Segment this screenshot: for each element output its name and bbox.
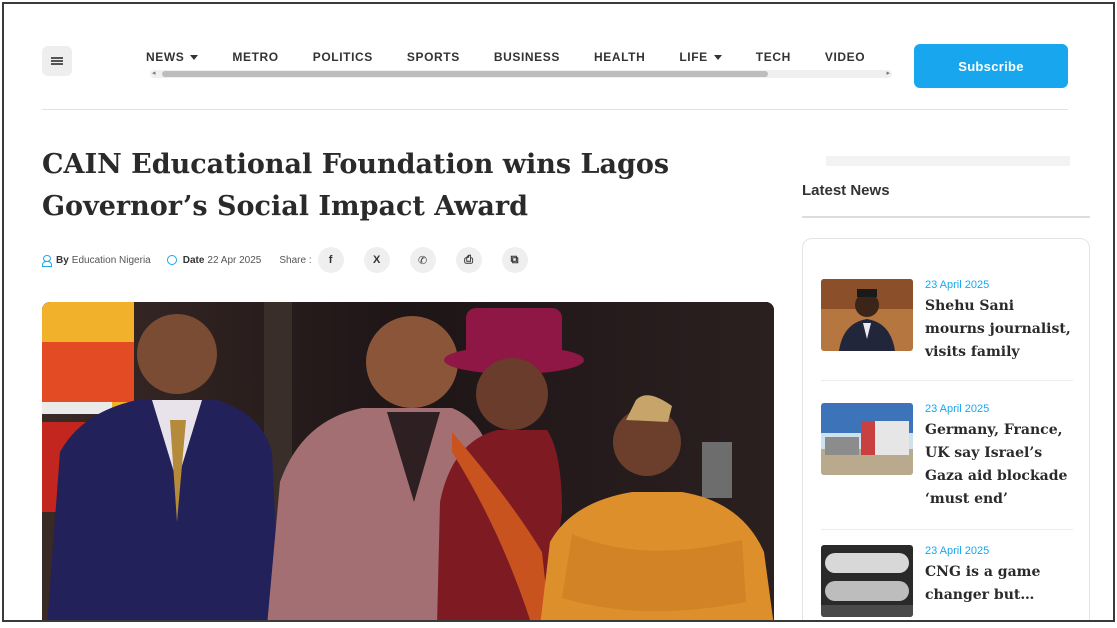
header-divider — [42, 109, 1068, 110]
x-icon[interactable]: X — [363, 247, 390, 273]
nav-scrollbar[interactable]: ◂ ▸ — [150, 70, 892, 78]
news-thumbnail[interactable] — [821, 279, 913, 351]
copy-icon[interactable]: ⧉ — [501, 247, 528, 273]
nav-label: HEALTH — [594, 50, 646, 64]
nav-item-health[interactable]: HEALTH — [594, 48, 645, 66]
browser-viewport: NEWS METRO POLITICS SPORTS BUSINESS HEAL… — [2, 2, 1115, 622]
menu-icon — [51, 57, 63, 65]
news-thumbnail-image — [821, 545, 913, 617]
latest-news-heading: Latest News — [802, 182, 890, 199]
list-item[interactable]: 23 April 2025 CNG is a game changer but… — [821, 545, 1075, 620]
nav-label: METRO — [232, 50, 279, 64]
news-title[interactable]: CNG is a game changer but… — [925, 561, 1075, 607]
latest-news-divider — [802, 216, 1090, 218]
nav-label: VIDEO — [824, 50, 866, 64]
news-divider — [821, 529, 1073, 530]
nav-item-life[interactable]: LIFE — [679, 48, 722, 66]
news-thumbnail-image — [821, 279, 913, 351]
share-label: Share : — [279, 254, 312, 266]
date-label: Date — [182, 254, 205, 266]
subscribe-button[interactable]: Subscribe — [914, 44, 1068, 88]
print-icon[interactable]: ⎙ — [455, 247, 482, 273]
nav-label: LIFE — [679, 50, 708, 64]
chevron-down-icon — [713, 54, 722, 60]
article-meta: By Education Nigeria Date 22 Apr 2025 Sh… — [42, 246, 548, 274]
nav-item-sports[interactable]: SPORTS — [407, 48, 460, 66]
whatsapp-icon[interactable]: ✆ — [409, 247, 436, 273]
nav-item-metro[interactable]: METRO — [232, 48, 278, 66]
sidebar-ad-placeholder — [826, 156, 1070, 166]
author-name[interactable]: Education Nigeria — [72, 255, 151, 266]
article-title: CAIN Educational Foundation wins Lagos G… — [42, 149, 670, 222]
latest-news-card: 23 April 2025 Shehu Sani mourns journali… — [802, 238, 1090, 620]
news-date: 23 April 2025 — [925, 279, 990, 291]
scroll-left-arrow-icon[interactable]: ◂ — [152, 70, 156, 78]
byline-label: By — [56, 254, 69, 266]
nav-label: BUSINESS — [493, 50, 560, 64]
list-item[interactable]: 23 April 2025 Germany, France, UK say Is… — [821, 403, 1073, 507]
main-nav: NEWS METRO POLITICS SPORTS BUSINESS HEAL… — [146, 48, 894, 66]
list-item[interactable]: 23 April 2025 Shehu Sani mourns journali… — [821, 279, 1073, 369]
nav-label: TECH — [755, 50, 791, 64]
hamburger-menu-button[interactable] — [42, 46, 72, 76]
nav-label: NEWS — [146, 50, 185, 64]
news-title[interactable]: Germany, France, UK say Israel’s Gaza ai… — [925, 419, 1075, 511]
news-thumbnail-image — [821, 403, 913, 475]
news-date: 23 April 2025 — [925, 545, 990, 557]
nav-scrollbar-thumb[interactable] — [162, 71, 768, 77]
news-title[interactable]: Shehu Sani mourns journalist, visits fam… — [925, 295, 1075, 364]
nav-item-news[interactable]: NEWS — [146, 48, 199, 66]
nav-label: POLITICS — [312, 50, 373, 64]
news-date: 23 April 2025 — [925, 403, 990, 415]
nav-item-tech[interactable]: TECH — [756, 48, 791, 66]
facebook-icon[interactable]: f — [317, 247, 344, 273]
nav-item-video[interactable]: VIDEO — [825, 48, 865, 66]
chevron-down-icon — [190, 54, 199, 60]
scroll-right-arrow-icon[interactable]: ▸ — [886, 70, 890, 78]
news-thumbnail[interactable] — [821, 403, 913, 475]
article-hero-image — [42, 302, 774, 620]
nav-item-business[interactable]: BUSINESS — [494, 48, 560, 66]
user-icon — [42, 255, 52, 267]
clock-icon — [166, 255, 177, 265]
nav-label: SPORTS — [406, 50, 460, 64]
publish-date: 22 Apr 2025 — [207, 254, 262, 266]
news-thumbnail[interactable] — [821, 545, 913, 617]
award-photo — [42, 302, 774, 620]
nav-item-politics[interactable]: POLITICS — [313, 48, 373, 66]
news-divider — [821, 380, 1073, 381]
